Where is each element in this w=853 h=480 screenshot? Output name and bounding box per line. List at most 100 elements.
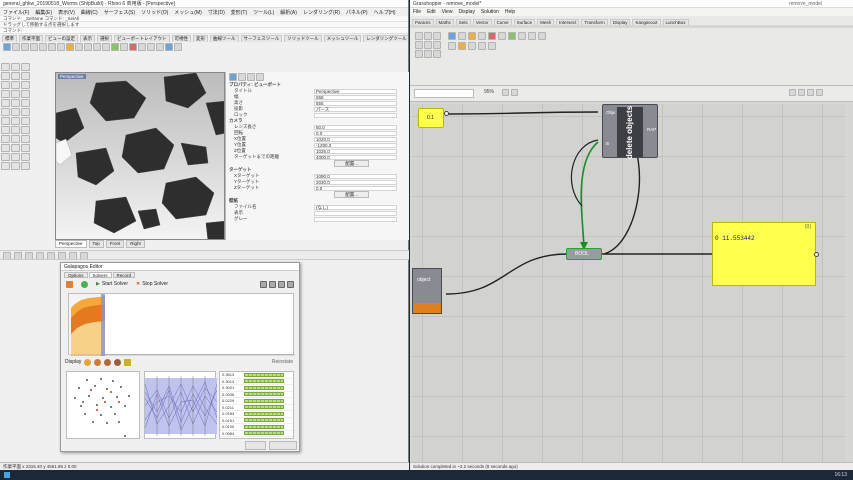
options-icon[interactable] [174, 43, 182, 51]
sphere-icon[interactable] [11, 108, 20, 116]
vector-param-icon[interactable] [508, 32, 516, 40]
paste-icon[interactable] [57, 43, 65, 51]
property-value[interactable]: 555 [314, 94, 397, 100]
menu-item[interactable]: レンダリング(R) [303, 9, 340, 16]
number-param-icon[interactable] [448, 42, 456, 50]
light-properties-icon[interactable] [256, 73, 264, 81]
back-icon[interactable] [269, 280, 276, 288]
rotate-view-icon[interactable] [75, 43, 83, 51]
param-icon[interactable] [424, 41, 432, 49]
toolbar-tab[interactable]: ソリッドツール [284, 35, 322, 42]
preview-shaded-icon[interactable] [798, 89, 805, 96]
viewport-tab[interactable]: Perspective [55, 240, 87, 248]
preview-none-icon[interactable] [816, 89, 823, 96]
display-mode-3-icon[interactable] [104, 358, 112, 366]
grasshopper-icon[interactable] [165, 43, 173, 51]
save-icon[interactable] [21, 43, 29, 51]
perp-snap-icon[interactable] [69, 252, 77, 259]
property-value[interactable]: (なし) [314, 204, 397, 210]
gh-tab[interactable]: Transform [581, 19, 608, 25]
ellipse-icon[interactable] [11, 81, 20, 89]
property-value[interactable]: 50.0 [314, 124, 397, 130]
galapagos-search-icon[interactable] [66, 280, 73, 288]
cut-icon[interactable] [39, 43, 47, 51]
cplane-icon[interactable] [147, 43, 155, 51]
curve-icon[interactable] [11, 72, 20, 80]
viewport-tab[interactable]: Right [126, 240, 145, 248]
param-icon[interactable] [415, 41, 423, 49]
group-icon[interactable] [11, 153, 20, 161]
toolbar-tab[interactable]: メッシュツール [323, 35, 362, 42]
genome-row[interactable]: 0.0041 [220, 437, 293, 438]
reinstate-button[interactable]: Reinstate [272, 359, 293, 365]
toggle-icon[interactable] [468, 42, 476, 50]
galapagos-refresh-icon[interactable] [81, 280, 88, 288]
gh-tab[interactable]: Kangaroo2 [632, 19, 661, 25]
bool-param-component[interactable]: BOOL [566, 248, 602, 260]
property-value[interactable] [314, 210, 397, 216]
join-icon[interactable] [21, 144, 30, 152]
property-value[interactable]: 1020.0 [314, 136, 397, 142]
viewport-tab[interactable]: Front [105, 240, 125, 248]
plane-param-icon[interactable] [538, 32, 546, 40]
array-icon[interactable] [21, 135, 30, 143]
param-icon[interactable] [424, 32, 432, 40]
perspective-viewport[interactable]: Perspective [55, 72, 225, 240]
viewport-tab[interactable]: Top [88, 240, 104, 248]
zoom-icon[interactable] [84, 43, 92, 51]
param-icon[interactable] [424, 50, 432, 58]
param-icon[interactable] [433, 32, 441, 40]
param-icon[interactable] [433, 50, 441, 58]
camera-place-button[interactable]: 配置... [334, 160, 369, 167]
material-icon[interactable] [238, 73, 246, 81]
tab-record[interactable]: Record [112, 272, 136, 278]
toolbar-tab[interactable]: 可視性 [171, 35, 191, 42]
tab-solvers[interactable]: Solvers [88, 272, 112, 278]
zoom-window-icon[interactable] [93, 43, 101, 51]
circle-icon[interactable] [21, 72, 30, 80]
delete-input-b[interactable]: B [606, 141, 609, 146]
copy-icon[interactable] [48, 43, 56, 51]
split-icon[interactable] [11, 144, 20, 152]
value-list-icon[interactable] [488, 42, 496, 50]
gh-tab[interactable]: Display [609, 19, 631, 25]
mid-snap-icon[interactable] [36, 252, 44, 259]
circle-param-icon[interactable] [518, 32, 526, 40]
menu-item[interactable]: パネル(P) [346, 9, 368, 16]
slider-icon[interactable] [458, 42, 466, 50]
preview-wire-icon[interactable] [789, 89, 796, 96]
hide-icon[interactable] [21, 153, 30, 161]
param-icon[interactable] [433, 41, 441, 49]
mesh-icon[interactable] [21, 117, 30, 125]
geometry-icon[interactable] [448, 32, 456, 40]
viewport-properties-icon[interactable] [247, 73, 255, 81]
lock-icon[interactable] [1, 162, 10, 170]
gh-menu-item[interactable]: File [413, 9, 421, 15]
fast-forward-icon[interactable] [287, 280, 294, 288]
property-value[interactable]: Perspective [314, 88, 397, 94]
object-properties-icon[interactable] [229, 73, 237, 81]
lights-icon[interactable] [138, 43, 146, 51]
menu-item[interactable]: 変形(T) [231, 9, 247, 16]
property-value[interactable]: 2030.0 [314, 179, 397, 185]
gh-tab[interactable]: Mesh [537, 19, 555, 25]
gh-tab[interactable]: Maths [435, 19, 454, 25]
start-icon[interactable] [4, 472, 10, 478]
menu-item[interactable]: メッシュ(M) [174, 9, 202, 16]
toolbar-tab[interactable]: サーフェスツール [240, 35, 283, 42]
panel-output-grip[interactable] [814, 252, 819, 257]
brep-param-icon[interactable] [488, 32, 496, 40]
display-mode-1-icon[interactable] [84, 358, 92, 366]
box-icon[interactable] [1, 108, 10, 116]
target-place-button[interactable]: 配置... [334, 191, 369, 198]
gh-tab[interactable]: Params [412, 19, 434, 25]
select-icon[interactable] [1, 63, 10, 71]
property-value[interactable]: 1026.0 [314, 148, 397, 154]
gh-menu-item[interactable]: Display [458, 9, 474, 15]
box-param-icon[interactable] [458, 32, 466, 40]
toolbar-tab[interactable]: ビューの設定 [45, 35, 78, 42]
fillet-icon[interactable] [21, 90, 30, 98]
gh-menu-item[interactable]: View [442, 9, 453, 15]
rectangle-icon[interactable] [21, 81, 30, 89]
layer-icon[interactable] [111, 43, 119, 51]
